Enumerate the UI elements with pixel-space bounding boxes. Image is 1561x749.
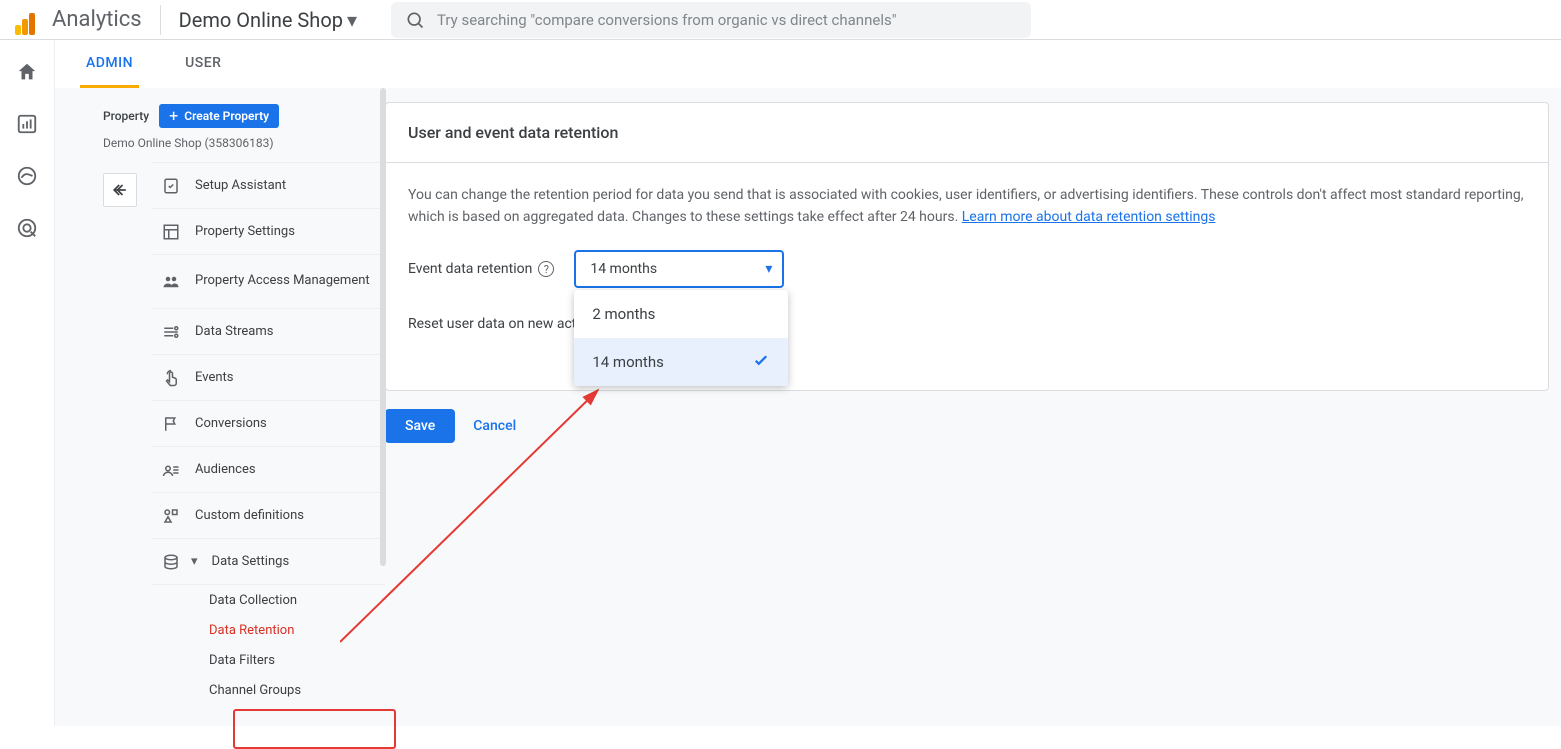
nav-label: Conversions (195, 416, 267, 431)
subnav-data-retention[interactable]: Data Retention (151, 615, 385, 645)
nav-setup-assistant[interactable]: Setup Assistant (151, 163, 385, 209)
search-box[interactable] (391, 2, 1031, 38)
nav-events[interactable]: Events (151, 355, 385, 401)
database-icon (161, 552, 181, 572)
search-icon (405, 10, 425, 30)
nav-label: Data Filters (209, 653, 275, 668)
audience-icon (161, 460, 181, 480)
tap-icon (161, 368, 181, 388)
advertising-icon[interactable] (15, 216, 39, 240)
content-area: ADMIN USER Property + Create Property De… (55, 40, 1561, 726)
event-retention-label: Event data retention ? (408, 261, 554, 277)
property-sidebar: Property + Create Property Demo Online S… (55, 88, 385, 726)
caret-down-icon: ▾ (191, 554, 198, 569)
nav-label: Channel Groups (209, 683, 301, 698)
account-name: Demo Online Shop (179, 8, 343, 32)
nav-label: Property Access Management (195, 273, 370, 290)
nav-label: Data Settings (212, 554, 290, 569)
property-header: Property + Create Property (103, 102, 385, 130)
nav-audiences[interactable]: Audiences (151, 447, 385, 493)
people-icon (161, 272, 181, 292)
property-name[interactable]: Demo Online Shop (358306183) (103, 136, 385, 150)
label-text: Event data retention (408, 261, 532, 277)
property-label: Property (103, 109, 149, 123)
scrollbar[interactable] (380, 88, 386, 566)
search-input[interactable] (437, 11, 1017, 29)
caret-down-icon: ▾ (765, 261, 772, 277)
main-panel: User and event data retention You can ch… (385, 88, 1561, 726)
explore-icon[interactable] (15, 164, 39, 188)
top-bar: Analytics Demo Online Shop ▾ (0, 0, 1561, 40)
nav-data-settings[interactable]: ▾ Data Settings (151, 539, 385, 585)
nav-custom-definitions[interactable]: Custom definitions (151, 493, 385, 539)
admin-body: Property + Create Property Demo Online S… (55, 88, 1561, 726)
flag-icon (161, 414, 181, 434)
learn-more-link[interactable]: Learn more about data retention settings (962, 209, 1216, 225)
checklist-icon (161, 176, 181, 196)
select-value: 14 months (590, 261, 657, 277)
admin-tabs: ADMIN USER (55, 40, 1561, 88)
label-text: Reset user data on new activity (408, 316, 601, 332)
analytics-logo-icon (10, 5, 40, 35)
save-button[interactable]: Save (385, 409, 455, 443)
home-icon[interactable] (15, 60, 39, 84)
nav-label: Data Collection (209, 593, 297, 608)
help-icon[interactable]: ? (538, 261, 554, 277)
caret-down-icon: ▾ (347, 8, 357, 32)
nav-property-access[interactable]: Property Access Management (151, 255, 385, 309)
product-name: Analytics (52, 7, 142, 32)
check-icon (752, 351, 770, 373)
nav-conversions[interactable]: Conversions (151, 401, 385, 447)
reset-user-data-label: Reset user data on new activity (408, 316, 601, 332)
create-property-button[interactable]: + Create Property (159, 104, 279, 128)
nav-label: Data Retention (209, 623, 294, 638)
nav-label: Setup Assistant (195, 178, 286, 193)
annotation-highlight-box (233, 709, 396, 749)
option-label: 2 months (592, 305, 655, 323)
nav-property-settings[interactable]: Property Settings (151, 209, 385, 255)
card-body: You can change the retention period for … (386, 163, 1548, 390)
card-title: User and event data retention (386, 103, 1548, 163)
reports-icon[interactable] (15, 112, 39, 136)
cancel-button[interactable]: Cancel (473, 418, 516, 434)
left-rail (0, 40, 55, 726)
card-description: You can change the retention period for … (408, 185, 1526, 228)
layout-icon (161, 222, 181, 242)
subnav-data-collection[interactable]: Data Collection (151, 585, 385, 615)
tab-admin[interactable]: ADMIN (80, 41, 139, 88)
dropdown-option-14-months[interactable]: 14 months (574, 338, 788, 386)
create-property-label: Create Property (184, 109, 269, 123)
arrow-left-icon (110, 180, 130, 200)
nav-label: Custom definitions (195, 508, 304, 523)
retention-dropdown: 2 months 14 months (574, 290, 788, 386)
subnav-data-filters[interactable]: Data Filters (151, 645, 385, 675)
nav-label: Property Settings (195, 224, 295, 239)
nav-label: Events (195, 370, 233, 385)
action-buttons: Save Cancel (385, 409, 1549, 443)
nav-label: Audiences (195, 462, 256, 477)
plus-icon: + (169, 108, 178, 124)
subnav-channel-groups[interactable]: Channel Groups (151, 675, 385, 705)
streams-icon (161, 322, 181, 342)
tab-user[interactable]: USER (179, 41, 227, 88)
event-retention-row: Event data retention ? 14 months ▾ 2 mon… (408, 250, 1526, 288)
dropdown-option-2-months[interactable]: 2 months (574, 290, 788, 338)
collapse-sidebar-button[interactable] (103, 173, 137, 207)
shapes-icon (161, 506, 181, 526)
property-nav: Setup Assistant Property Settings Proper… (151, 162, 385, 705)
option-label: 14 months (592, 353, 663, 371)
nav-label: Data Streams (195, 324, 273, 339)
nav-data-streams[interactable]: Data Streams (151, 309, 385, 355)
event-retention-select[interactable]: 14 months ▾ 2 months 14 months (574, 250, 784, 288)
retention-card: User and event data retention You can ch… (385, 102, 1549, 391)
account-selector[interactable]: Demo Online Shop ▾ (179, 8, 357, 32)
vertical-divider (160, 5, 161, 35)
